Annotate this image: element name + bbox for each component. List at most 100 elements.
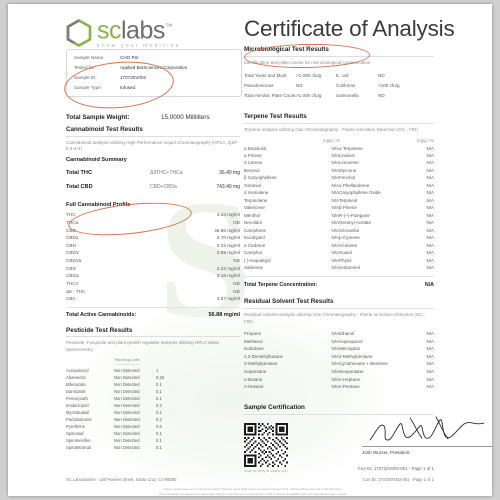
page-title: Certificate of Analysis — [244, 16, 455, 41]
terpene-name: Nerolidol — [244, 220, 262, 226]
cannabinoid-heading: Cannabinoid Test Results — [66, 126, 240, 137]
pesticide-limit: 0.5 — [156, 424, 162, 430]
cannabinoid-description: Cannabinoid analysis utilizing High Perf… — [66, 139, 238, 152]
table-row: CBGa 0.18 mg/ml — [66, 272, 240, 280]
analyte-value: 2.22 mg/ml — [216, 265, 240, 271]
terpene-name: (-)-Isopulegol — [244, 257, 271, 263]
solvent-value: N/A — [331, 338, 339, 344]
pesticide-name: Imidacloprid — [66, 403, 89, 409]
terpene-name: α Humulene — [244, 190, 269, 196]
table-row: Isobutane N/A — [244, 345, 339, 353]
terpene-value: N/A — [331, 265, 339, 270]
terpene-column-left: α Bisabolol N/A α Pinene N/A 3 Carene N/A B… — [244, 145, 339, 272]
table-row: Cyclohexane + Benzene N/A — [339, 360, 434, 368]
total-thc-label: Total THC — [66, 170, 92, 177]
pesticide-limit: 1 — [156, 367, 159, 373]
qr-code[interactable] — [244, 422, 288, 467]
pesticide-name: Spirotetramat — [66, 445, 92, 451]
pesticide-name: Myclobutanil — [66, 410, 90, 416]
terpene-value: N/A — [426, 167, 434, 173]
pesticide-limit: 0.2 — [156, 417, 162, 423]
terpene-name: Isoborneol — [339, 265, 361, 270]
terpene-value: N/A — [331, 235, 339, 241]
table-row: CBDVa ND — [66, 257, 240, 265]
table-row: R-(+)-Pulegone N/A — [339, 212, 434, 219]
solvent-value: N/A — [426, 346, 434, 352]
pesticide-limit: 0.1 — [156, 431, 162, 437]
table-row: Eucalyptol N/A — [244, 234, 339, 241]
pesticide-result: Non Detected — [114, 445, 140, 451]
solvent-value: N/A — [426, 369, 434, 375]
pesticide-name: Paclobutrazol — [66, 417, 92, 423]
terpene-value: N/A — [331, 152, 339, 158]
total-sample-weight: Total Sample Weight: 15.0000 Milliliters — [66, 114, 240, 121]
terpene-name: Phytol — [339, 257, 352, 263]
solvent-heading: Residual Solvent Test Results — [244, 298, 434, 309]
coa-document: S sclabs™ know your medicine Certificate… — [8, 4, 492, 496]
analyte-value: 0.18 mg/ml — [216, 273, 240, 279]
terpene-name: α Phellandrene — [339, 182, 370, 188]
analyte-name: CBC — [66, 296, 76, 302]
table-row: CBC 3.57 mg/ml — [66, 295, 240, 303]
terpene-name: β Caryophyllene — [244, 175, 277, 181]
solvent-name: Isopentane — [244, 369, 267, 375]
pesticide-limit: 0.25 — [156, 374, 165, 380]
analyte-value: 3.57 mg/ml — [216, 296, 240, 302]
table-row: Terpineol N/A — [339, 197, 434, 204]
terpene-name: β Pinene — [339, 205, 357, 211]
disclaimer-line-2: The uncertainty of measurement associate… — [158, 491, 348, 496]
table-row: Total Yeast and Mold >1,000 cfu/g E. coli N… — [244, 70, 434, 80]
terpene-unit-right: mg/g / % — [417, 137, 434, 143]
signature-line — [362, 416, 492, 448]
pesticide-description: Pesticide, Fungicide and plant growth re… — [66, 340, 220, 353]
pesticide-result: Non Detected — [114, 367, 140, 373]
pesticide-result: Non Detected — [114, 396, 140, 401]
sample-name-value: CHO Pet — [120, 55, 139, 61]
solvent-name: Methanol — [244, 338, 263, 344]
terpene-value: N/A — [331, 197, 339, 203]
micro-analyte: Coliforms — [336, 83, 356, 89]
analyte-name: CBN — [66, 242, 76, 248]
terpene-value: N/A — [426, 160, 434, 166]
solvent-name: Mercaptan — [339, 346, 361, 352]
terpene-name: Ocimene — [339, 242, 358, 248]
terpene-value: N/A — [331, 145, 339, 151]
analyte-value: 2.44 mg/ml — [216, 212, 240, 218]
total-terpene-value: N/A — [424, 282, 434, 289]
solvent-value: N/A — [331, 384, 339, 390]
terpene-name: Linalool — [339, 152, 355, 158]
terpene-name: Caryophyllene Oxide — [339, 190, 381, 196]
terpene-name: Terpineol — [339, 197, 358, 203]
terpene-name: α Pinene — [244, 152, 262, 158]
solvent-value: N/A — [331, 353, 339, 359]
table-row: 2,2-Dimethylbutane N/A — [244, 353, 339, 361]
table-row: CBG 2.22 mg/ml — [66, 265, 240, 273]
terpene-value: N/A — [426, 205, 434, 211]
table-row: p-Cymene N/A — [339, 234, 434, 241]
terpene-value: N/A — [426, 152, 434, 158]
terpene-value: N/A — [331, 227, 339, 233]
solvent-value: N/A — [426, 330, 434, 336]
micro-analyte: Pseudomonas — [244, 83, 274, 89]
certification-heading: Sample Certification — [244, 404, 434, 415]
solvent-name: Neopentane — [339, 369, 364, 375]
analyte-name: CBDa — [66, 235, 79, 241]
terpene-value: N/A — [426, 265, 434, 270]
solvent-table: Propane N/A Methanol N/A Isobutane N/A 2,2-… — [244, 330, 434, 391]
logo-labs: labs — [121, 16, 165, 45]
solvent-name: n-Heptane — [339, 376, 361, 382]
solvent-value: N/A — [426, 376, 434, 382]
analyte-value: 46.86 mg/ml — [214, 227, 240, 233]
table-row: Pseudomonas ND Coliforms <100 cfu/g — [244, 81, 434, 91]
table-row: α Bisabolol N/A — [244, 145, 339, 152]
terpene-value: N/A — [331, 182, 339, 188]
table-row: Spirotetramat Non Detected 0.1 — [66, 444, 240, 451]
analyte-name: Δ8 - THC — [66, 288, 86, 294]
micro-analyte: E. coli — [336, 73, 349, 79]
pesticide-result: Non Detected — [114, 417, 140, 423]
micro-analyte: Total Aerobic Plate Count — [244, 93, 296, 99]
table-row: Limonene N/A — [339, 159, 434, 166]
terpene-table: α Bisabolol N/A α Pinene N/A 3 Carene N/A B… — [244, 145, 434, 272]
table-row: Phytol N/A — [339, 257, 434, 264]
table-row: 3 Carene N/A — [244, 159, 339, 166]
